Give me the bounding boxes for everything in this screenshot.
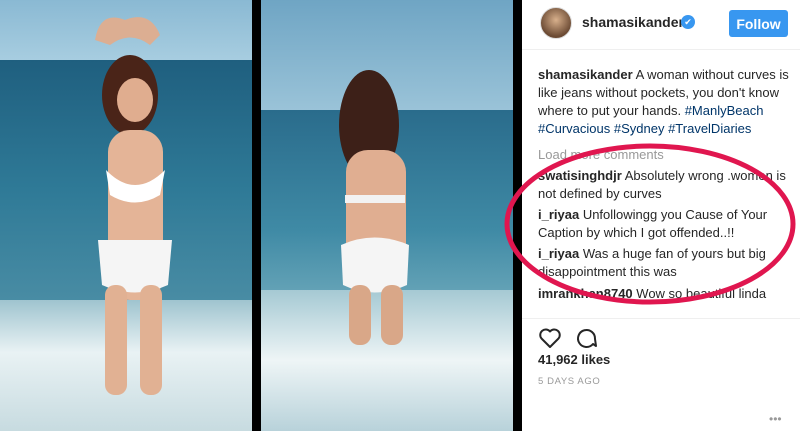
comments-list: shamasikander A woman without curves is … <box>538 66 790 303</box>
post-photo-right <box>261 0 513 431</box>
likes-count[interactable]: 41,962 likes <box>538 352 610 367</box>
person-silhouette-left <box>95 17 172 395</box>
load-more-comments-link[interactable]: Load more comments <box>538 146 790 164</box>
comment: i_riyaa Was a huge fan of yours but big … <box>538 245 790 281</box>
verified-badge-icon: ✔ <box>681 15 695 29</box>
comment-username[interactable]: imrankhan8740 <box>538 286 633 301</box>
post-timestamp[interactable]: 5 DAYS AGO <box>538 376 600 387</box>
person-silhouette-right <box>339 70 409 345</box>
comment-bubble-icon[interactable] <box>574 327 598 349</box>
comment-username[interactable]: i_riyaa <box>538 207 579 222</box>
username-link[interactable]: shamasikander <box>582 14 684 30</box>
post-side-panel: shamasikander ✔ Follow shamasikander A w… <box>522 0 800 431</box>
comment-username[interactable]: i_riyaa <box>538 246 579 261</box>
comment-username[interactable]: swatisinghdjr <box>538 168 622 183</box>
comment: i_riyaa Unfollowingg you Cause of Your C… <box>538 206 790 242</box>
post-actions <box>522 318 800 348</box>
post-caption: shamasikander A woman without curves is … <box>538 66 790 138</box>
follow-button[interactable]: Follow <box>729 10 788 37</box>
post-header: shamasikander ✔ Follow <box>522 0 800 50</box>
more-options-icon[interactable]: ••• <box>769 412 782 426</box>
comment: imrankhan8740 Wow so beautiful linda dem… <box>538 285 790 303</box>
avatar[interactable] <box>540 7 572 39</box>
heart-icon[interactable] <box>538 327 562 349</box>
caption-username[interactable]: shamasikander <box>538 67 633 82</box>
comment: swatisinghdjr Absolutely wrong .women is… <box>538 167 790 203</box>
post-photo-left <box>0 0 252 431</box>
